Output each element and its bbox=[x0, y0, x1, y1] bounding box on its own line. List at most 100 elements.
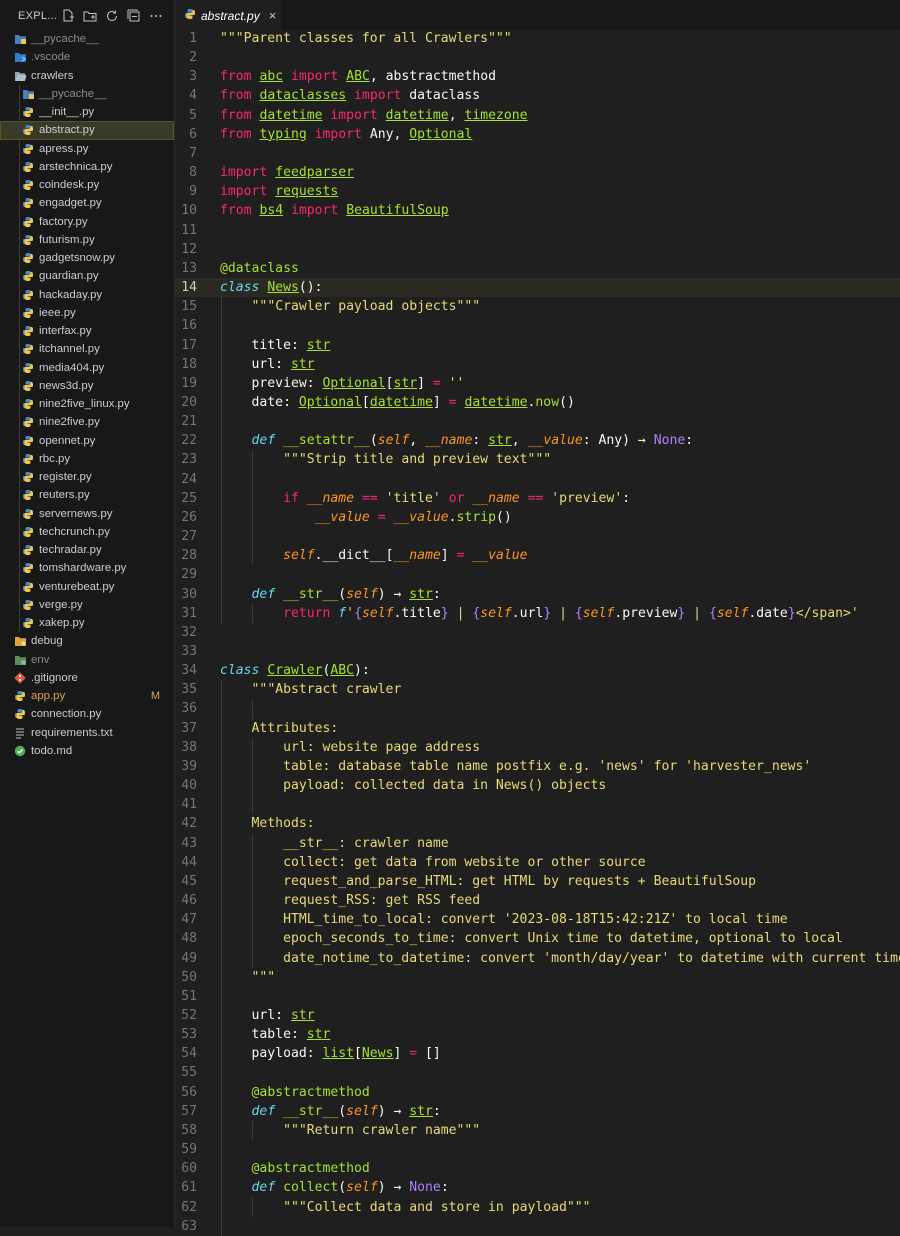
line-number: 55 bbox=[181, 1065, 197, 1081]
file-tree-item[interactable]: crawlers bbox=[0, 67, 174, 85]
python-icon bbox=[21, 598, 35, 612]
more-icon[interactable] bbox=[148, 8, 164, 24]
file-tree-item[interactable]: todo.md bbox=[0, 742, 174, 760]
file-tree-item[interactable]: engadget.py bbox=[0, 194, 174, 213]
file-tree-item[interactable]: techcrunch.py bbox=[0, 522, 174, 541]
file-tree-item[interactable]: factory.py bbox=[0, 212, 174, 231]
file-tree-item[interactable]: debug bbox=[0, 632, 174, 650]
file-tree-item[interactable]: rbc.py bbox=[0, 449, 174, 468]
code-text: def __setattr__(self, __name: str, __val… bbox=[251, 433, 694, 449]
code-line: 22 def __setattr__(self, __name: str, __… bbox=[175, 431, 900, 451]
file-tree-item[interactable]: register.py bbox=[0, 468, 174, 487]
indent-guide bbox=[19, 559, 20, 578]
file-tree-item-label: arstechnica.py bbox=[39, 160, 113, 173]
file-tree-item[interactable]: venturebeat.py bbox=[0, 577, 174, 596]
file-tree-item[interactable]: .gitignore bbox=[0, 669, 174, 687]
file-tree-item[interactable]: nine2five_linux.py bbox=[0, 395, 174, 414]
line-number: 53 bbox=[181, 1027, 197, 1043]
file-tree-item[interactable]: env bbox=[0, 651, 174, 669]
code-line: 45 request_and_parse_HTML: get HTML by r… bbox=[175, 871, 900, 892]
new-folder-icon[interactable] bbox=[82, 8, 98, 24]
collapse-icon[interactable] bbox=[126, 8, 142, 24]
file-tree-item[interactable]: opennet.py bbox=[0, 431, 174, 450]
file-tree-item[interactable]: interfax.py bbox=[0, 322, 174, 341]
file-tree-item[interactable]: arstechnica.py bbox=[0, 157, 174, 176]
file-tree-item[interactable]: futurism.py bbox=[0, 230, 174, 249]
line-number: 54 bbox=[181, 1046, 197, 1062]
file-tree-item[interactable]: requirements.txt bbox=[0, 724, 174, 742]
file-tree-item[interactable]: media404.py bbox=[0, 358, 174, 377]
file-tree-item[interactable]: .vscode bbox=[0, 48, 174, 66]
file-tree-item[interactable]: apress.py bbox=[0, 139, 174, 158]
line-number: 20 bbox=[181, 394, 197, 410]
file-tree-item[interactable]: guardian.py bbox=[0, 267, 174, 286]
refresh-icon[interactable] bbox=[104, 8, 120, 24]
code-line: 28 self.__dict__[__name] = __value bbox=[175, 546, 900, 566]
file-tree-item[interactable]: ieee.py bbox=[0, 303, 174, 322]
file-tree-item[interactable]: tomshardware.py bbox=[0, 559, 174, 578]
line-number: 19 bbox=[181, 375, 197, 391]
file-tree-item[interactable]: gadgetsnow.py bbox=[0, 249, 174, 268]
file-tree-item[interactable]: app.py M bbox=[0, 687, 174, 705]
code-text: from bs4 import BeautifulSoup bbox=[220, 203, 449, 219]
indent-guide bbox=[221, 1140, 222, 1160]
file-tree-item[interactable]: nine2five.py bbox=[0, 413, 174, 432]
indent-guide bbox=[252, 795, 253, 815]
code-text: def collect(self) → None: bbox=[251, 1180, 449, 1196]
line-number: 27 bbox=[181, 529, 197, 545]
file-tree-item[interactable]: abstract.py bbox=[0, 121, 174, 140]
file-tree-item-label: servernews.py bbox=[39, 507, 113, 520]
file-tree-item[interactable]: xakep.py bbox=[0, 614, 174, 633]
file-tree-item[interactable]: connection.py bbox=[0, 705, 174, 723]
line-number: 39 bbox=[181, 758, 197, 774]
code-view[interactable]: 1 """Parent classes for all Crawlers""" 2 3… bbox=[175, 29, 900, 1236]
file-tree-item[interactable]: itchannel.py bbox=[0, 340, 174, 359]
file-tree-item[interactable]: coindesk.py bbox=[0, 176, 174, 195]
file-tree-item-label: app.py bbox=[31, 690, 66, 703]
indent-guide bbox=[19, 449, 20, 468]
code-line: 23 """Strip title and preview text""" bbox=[175, 450, 900, 470]
indent-guide bbox=[19, 157, 20, 176]
line-number: 28 bbox=[181, 548, 197, 564]
code-text: def __str__(self) → str: bbox=[251, 1103, 441, 1119]
file-tree-item[interactable]: __pycache__ bbox=[0, 84, 174, 103]
close-icon[interactable]: × bbox=[269, 8, 277, 23]
file-tree-item-label: verge.py bbox=[39, 598, 83, 611]
folder-vscode-icon bbox=[13, 50, 27, 64]
file-tree-item[interactable]: __init__.py bbox=[0, 103, 174, 122]
indent-guide bbox=[221, 527, 222, 547]
code-text: if __name == 'title' or __name == 'previ… bbox=[283, 490, 631, 506]
file-tree-item-label: futurism.py bbox=[39, 233, 95, 246]
python-icon bbox=[21, 434, 35, 448]
line-number: 24 bbox=[181, 471, 197, 487]
file-tree-item[interactable]: __pycache__ bbox=[0, 30, 174, 48]
indent-guide bbox=[221, 1216, 222, 1236]
line-number: 23 bbox=[181, 452, 197, 468]
file-tree-item[interactable]: verge.py bbox=[0, 595, 174, 614]
line-number: 33 bbox=[181, 644, 197, 659]
code-text: url: str bbox=[220, 356, 315, 372]
line-number: 40 bbox=[181, 778, 197, 794]
code-line: 35 """Abstract crawler bbox=[175, 680, 900, 700]
code-text: import feedparser bbox=[220, 165, 355, 181]
file-tree-item-label: abstract.py bbox=[39, 124, 95, 137]
line-number: 51 bbox=[181, 988, 197, 1004]
file-tree-item-label: reuters.py bbox=[39, 489, 90, 502]
line-number: 38 bbox=[181, 739, 197, 755]
vscode-window: EXPL... __pycache__ .vscode crawlers __p… bbox=[0, 0, 900, 1236]
new-file-icon[interactable] bbox=[60, 8, 76, 24]
tab-abstract-py[interactable]: abstract.py × bbox=[175, 0, 281, 30]
file-tree-item[interactable]: techradar.py bbox=[0, 541, 174, 560]
file-tree-item[interactable]: reuters.py bbox=[0, 486, 174, 505]
indent-guide bbox=[19, 267, 20, 286]
file-tree-item[interactable]: servernews.py bbox=[0, 504, 174, 523]
code-line: 3 from abc import ABC, abstractmethod bbox=[175, 67, 900, 86]
file-tree-item[interactable]: hackaday.py bbox=[0, 285, 174, 304]
code-text: self.__dict__[__name] = __value bbox=[283, 548, 528, 564]
file-tree-item-label: techcrunch.py bbox=[39, 525, 110, 538]
python-icon bbox=[21, 379, 35, 393]
indent-guide bbox=[19, 504, 20, 523]
code-line: 11 bbox=[175, 221, 900, 240]
file-tree-item[interactable]: news3d.py bbox=[0, 376, 174, 395]
folder-python-icon bbox=[21, 87, 35, 101]
